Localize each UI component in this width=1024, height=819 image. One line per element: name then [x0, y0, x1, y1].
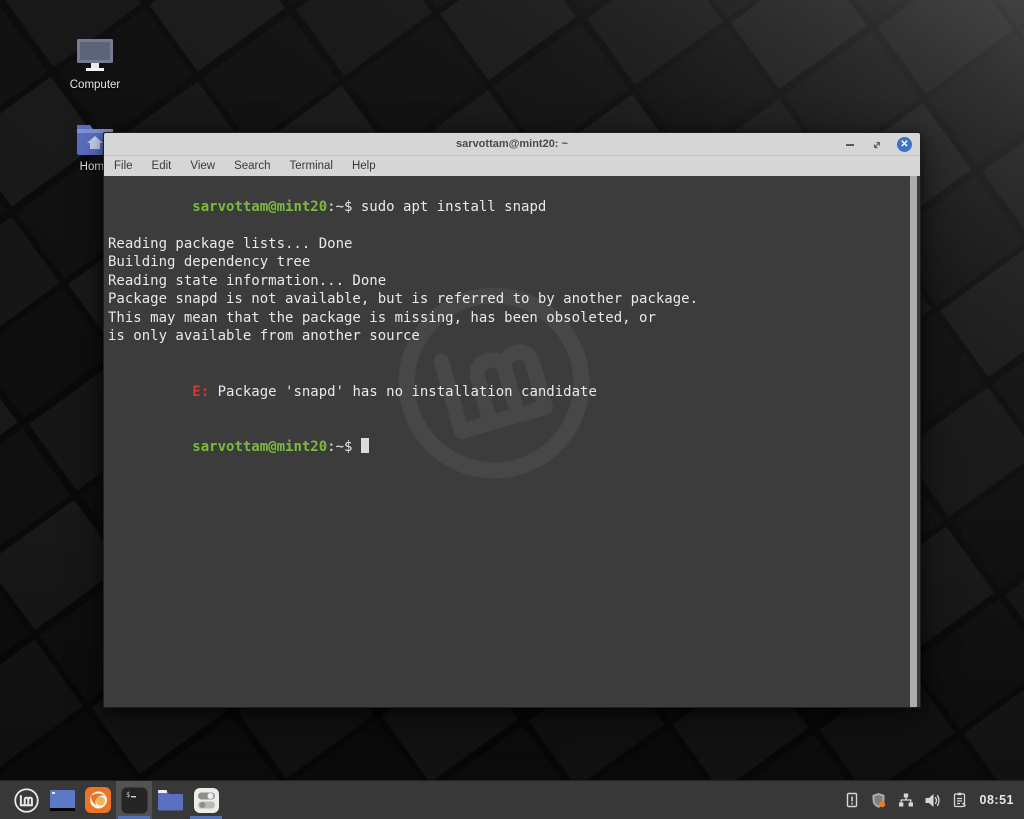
prompt: sarvottam@mint20	[192, 439, 327, 455]
desktop-icon-computer[interactable]: Computer	[63, 36, 127, 91]
show-desktop-icon	[50, 790, 75, 811]
blank-line	[108, 346, 906, 365]
prompt: sarvottam@mint20	[192, 199, 327, 215]
folder-icon	[157, 789, 184, 811]
menubar: File Edit View Search Terminal Help	[104, 156, 920, 176]
terminal-cursor	[361, 438, 369, 453]
desktop-icon-label: Computer	[70, 79, 121, 91]
titlebar[interactable]: sarvottam@mint20: ~ ✕	[104, 133, 920, 156]
mint-menu-button[interactable]	[8, 781, 44, 819]
menu-terminal[interactable]: Terminal	[290, 160, 333, 172]
mint-menu-icon	[13, 787, 40, 814]
firefox-icon	[85, 787, 111, 813]
package-update-icon[interactable]	[843, 791, 861, 809]
clipboard-icon[interactable]	[951, 791, 969, 809]
menu-search[interactable]: Search	[234, 160, 270, 172]
prompt-line: sarvottam@mint20:~$	[108, 420, 906, 476]
maximize-button[interactable]	[870, 138, 884, 152]
svg-text:$: $	[126, 791, 130, 799]
desktop-screen: Computer Home sarvottam@mint20: ~ ✕	[0, 0, 1024, 819]
firewall-shield-icon[interactable]	[870, 791, 888, 809]
taskbar: $	[0, 780, 1024, 819]
computer-icon	[75, 36, 115, 74]
output-line: Reading package lists... Done	[108, 235, 906, 254]
terminal-window: sarvottam@mint20: ~ ✕ File Edit View Sea…	[103, 132, 921, 708]
network-icon[interactable]	[897, 791, 915, 809]
command-line: sarvottam@mint20:~$ sudo apt install sna…	[108, 179, 906, 235]
menu-edit[interactable]: Edit	[152, 160, 172, 172]
settings-app-button[interactable]	[188, 781, 224, 819]
minimize-button[interactable]	[843, 138, 857, 152]
output-line: Building dependency tree	[108, 253, 906, 272]
output-line: This may mean that the package is missin…	[108, 309, 906, 328]
terminal-body[interactable]: sarvottam@mint20:~$ sudo apt install sna…	[104, 176, 920, 707]
error-line: E: Package 'snapd' has no installation c…	[108, 364, 906, 420]
output-line: Package snapd is not available, but is r…	[108, 290, 906, 309]
close-button[interactable]: ✕	[897, 137, 912, 152]
typed-command: sudo apt install snapd	[361, 199, 546, 215]
restore-icon	[872, 140, 882, 150]
volume-icon[interactable]	[924, 791, 942, 809]
terminal-icon: $	[121, 787, 148, 814]
menu-view[interactable]: View	[190, 160, 215, 172]
menu-help[interactable]: Help	[352, 160, 376, 172]
files-launcher[interactable]	[152, 781, 188, 819]
output-line: Reading state information... Done	[108, 272, 906, 291]
window-title: sarvottam@mint20: ~	[104, 138, 920, 150]
show-desktop-button[interactable]	[44, 781, 80, 819]
terminal-taskbar-button[interactable]: $	[116, 781, 152, 819]
terminal-output: sarvottam@mint20:~$ sudo apt install sna…	[104, 176, 920, 475]
error-prefix: E:	[192, 384, 209, 400]
terminal-scrollbar[interactable]	[910, 176, 917, 707]
settings-toggles-icon	[194, 788, 219, 813]
menu-file[interactable]: File	[114, 160, 133, 172]
output-line: is only available from another source	[108, 327, 906, 346]
taskbar-clock[interactable]: 08:51	[980, 793, 1014, 807]
firefox-launcher[interactable]	[80, 781, 116, 819]
system-tray: 08:51	[843, 781, 1024, 819]
